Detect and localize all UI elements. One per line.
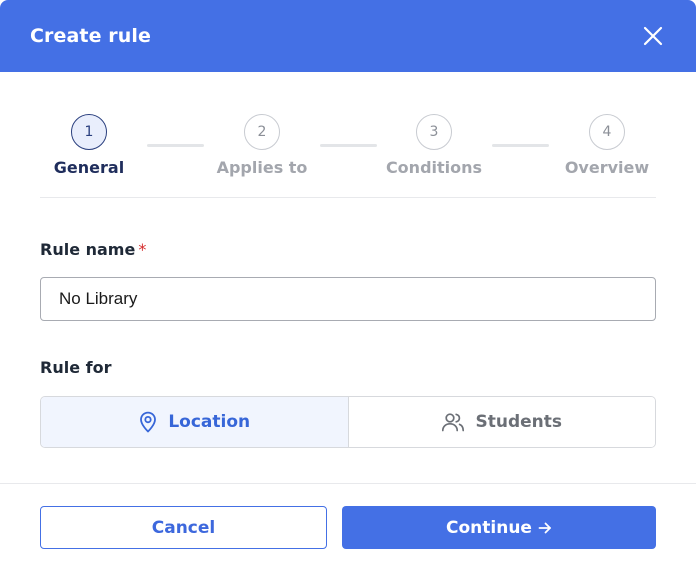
step-connector xyxy=(492,144,549,147)
step-label: Applies to xyxy=(216,158,308,177)
stepper-divider xyxy=(40,197,656,198)
rule-name-label: Rule name * xyxy=(40,240,146,259)
step-conditions[interactable]: 3 Conditions xyxy=(369,114,499,177)
stepper: 1 General 2 Applies to 3 Conditions 4 Ov… xyxy=(40,114,656,198)
close-icon xyxy=(643,26,663,46)
rule-name-label-text: Rule name xyxy=(40,240,136,259)
rule-for-label: Rule for xyxy=(40,358,112,377)
step-applies-to[interactable]: 2 Applies to xyxy=(197,114,327,177)
rule-name-input[interactable] xyxy=(40,277,656,321)
map-pin-icon xyxy=(140,411,157,433)
arrow-right-icon xyxy=(538,522,551,533)
step-number: 4 xyxy=(589,114,625,150)
footer-divider xyxy=(0,483,696,484)
continue-button[interactable]: Continue xyxy=(342,506,656,549)
step-general[interactable]: 1 General xyxy=(24,114,154,177)
cancel-button[interactable]: Cancel xyxy=(40,506,327,549)
step-overview[interactable]: 4 Overview xyxy=(542,114,672,177)
step-connector xyxy=(147,144,204,147)
step-number: 3 xyxy=(416,114,452,150)
location-option-label: Location xyxy=(168,412,251,432)
step-number: 1 xyxy=(71,114,107,150)
step-number: 2 xyxy=(244,114,280,150)
continue-button-label: Continue xyxy=(446,517,532,538)
rule-for-location-option[interactable]: Location xyxy=(41,397,349,447)
rule-for-students-option[interactable]: Students xyxy=(348,397,655,447)
step-label: Overview xyxy=(564,158,650,177)
dialog-title: Create rule xyxy=(30,25,152,47)
step-label: General xyxy=(53,158,125,177)
step-label: Conditions xyxy=(385,158,483,177)
close-button[interactable] xyxy=(640,23,666,49)
students-option-label: Students xyxy=(475,412,563,432)
dialog-header: Create rule xyxy=(0,0,696,72)
users-icon xyxy=(442,413,465,432)
required-indicator: * xyxy=(138,240,147,259)
create-rule-dialog: Create rule 1 General 2 Applies to 3 Con… xyxy=(0,0,696,574)
rule-for-toggle: Location Students xyxy=(40,396,656,448)
cancel-button-label: Cancel xyxy=(151,517,216,538)
